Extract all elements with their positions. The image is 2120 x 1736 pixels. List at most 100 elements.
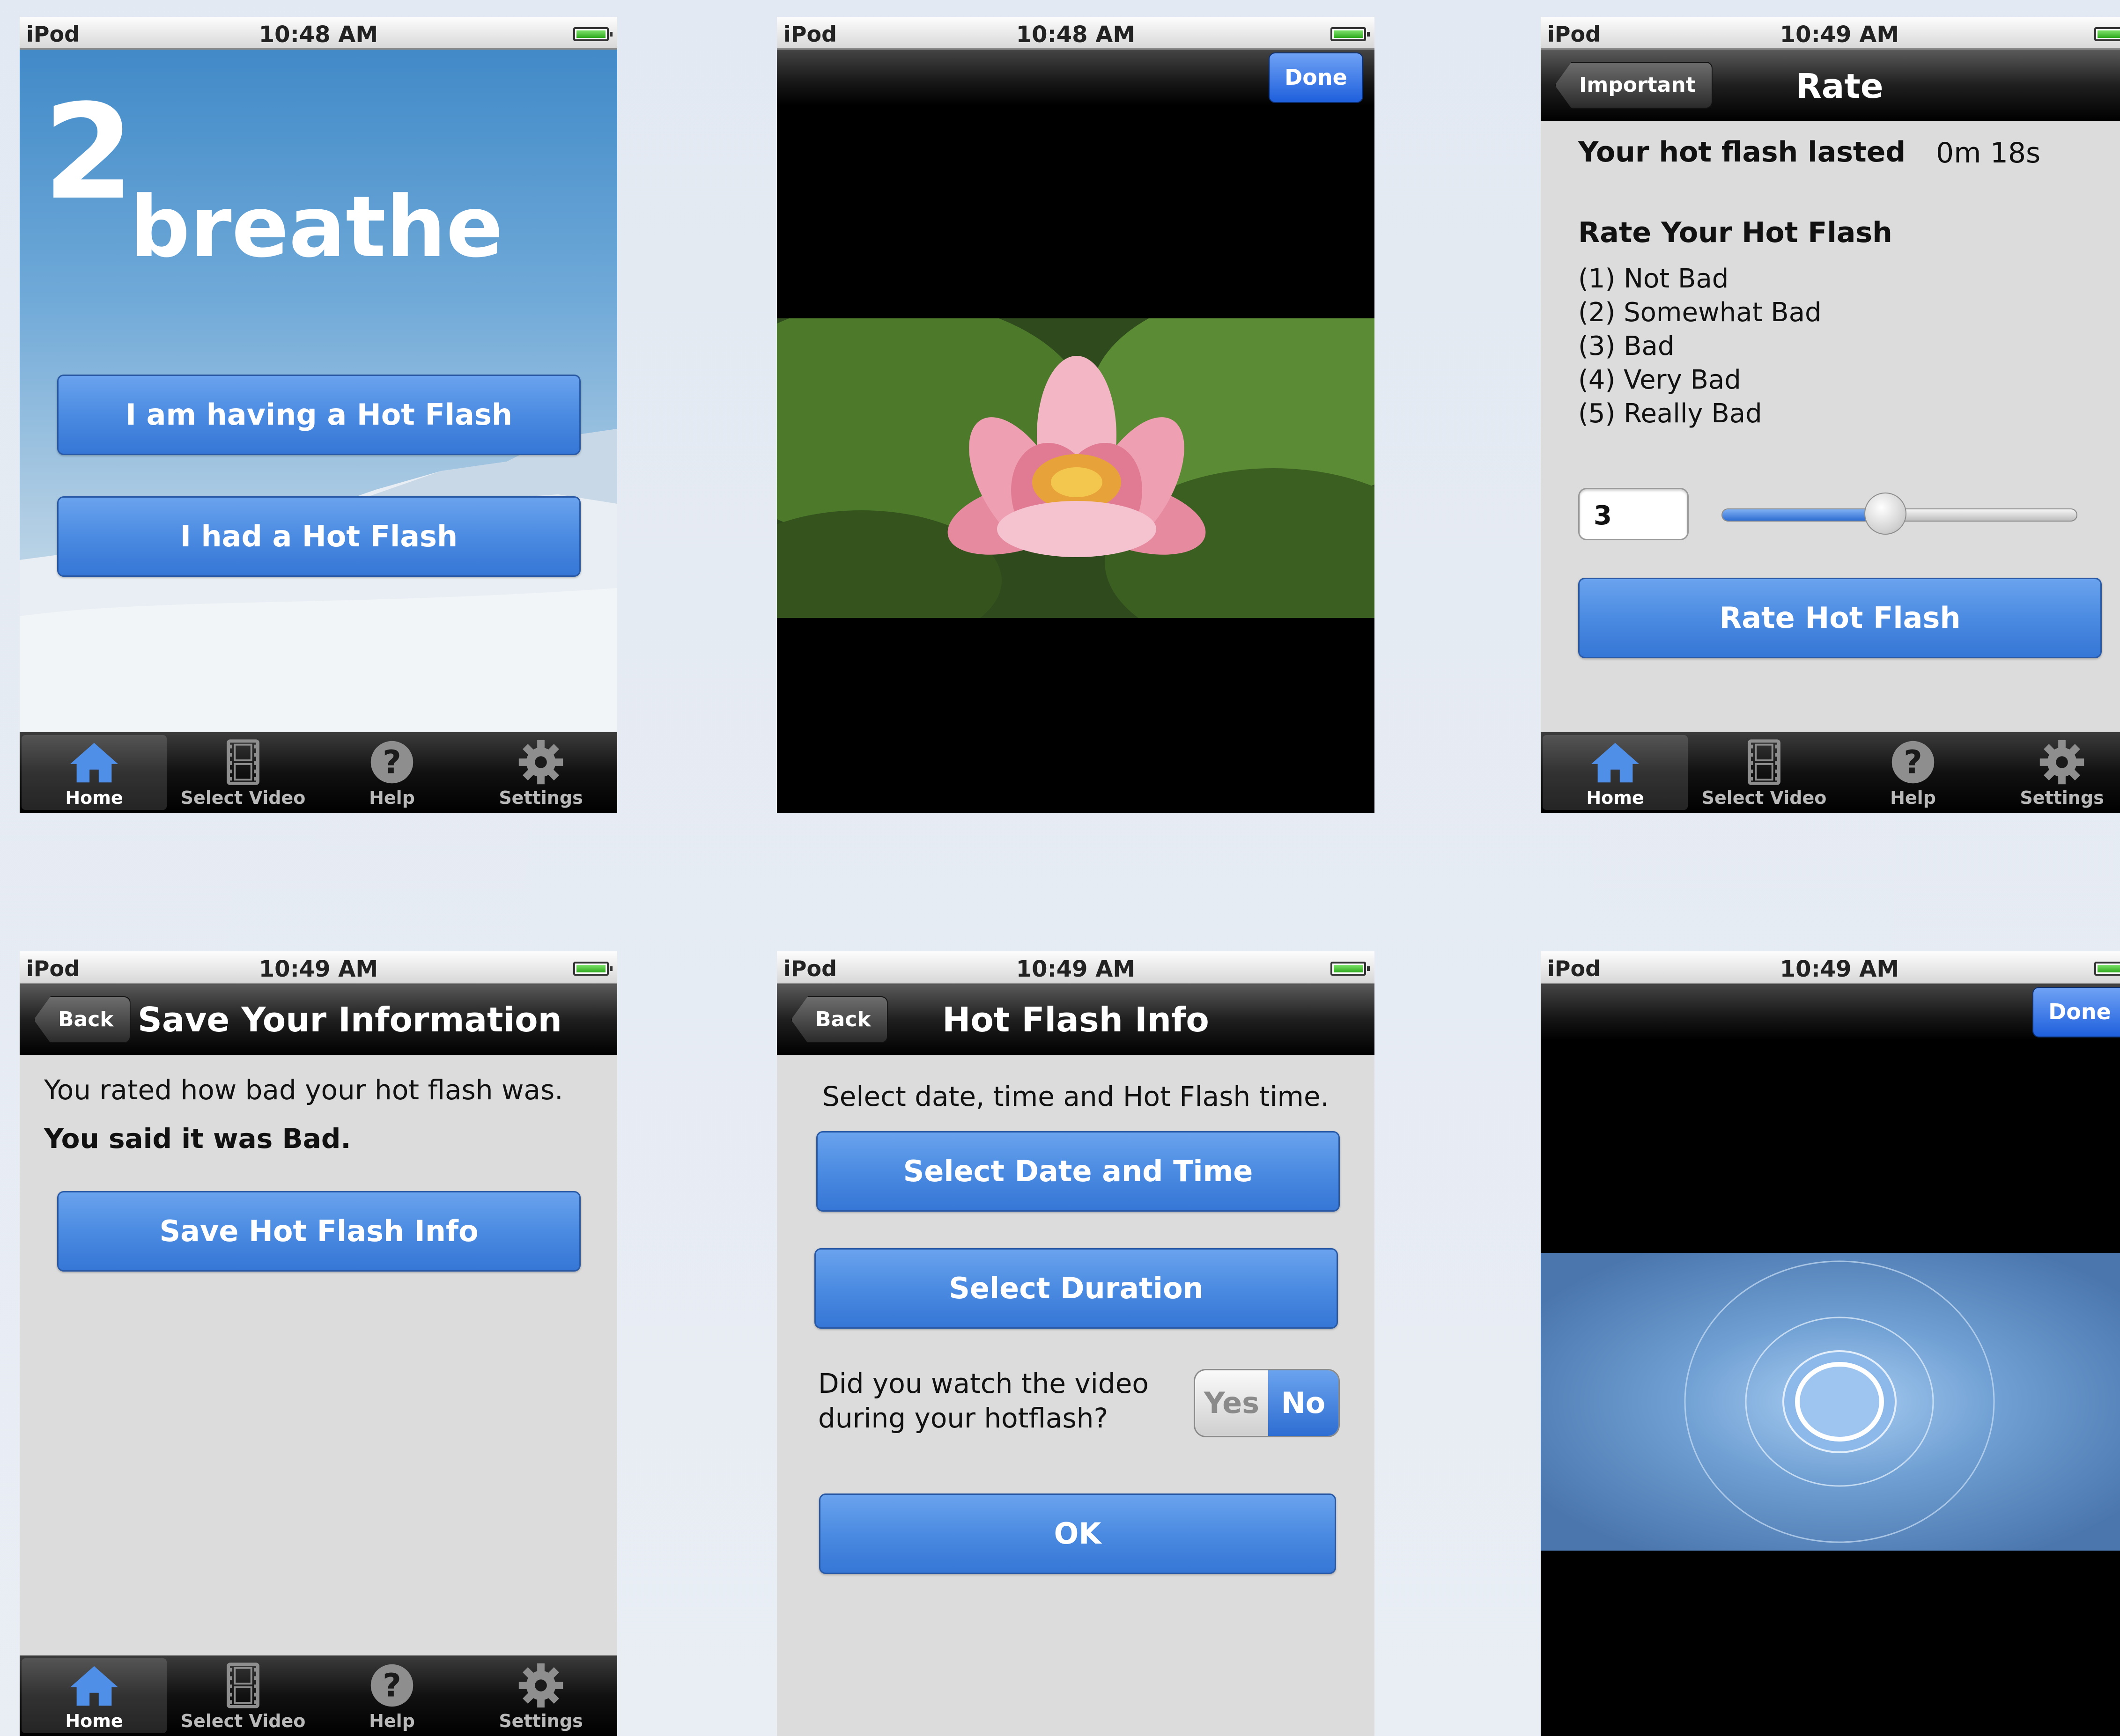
tab-label: Help — [369, 787, 415, 808]
rating-result: You said it was Bad. — [44, 1123, 351, 1155]
save-hot-flash-info-button[interactable]: Save Hot Flash Info — [57, 1191, 581, 1272]
clock: 10:48 AM — [259, 22, 378, 48]
video-player-screen: iPod 10:48 AM Done — [777, 17, 1374, 813]
status-bar: iPod 10:48 AM — [20, 17, 617, 50]
tab-label: Home — [65, 1711, 123, 1731]
mountain-backdrop — [20, 429, 617, 747]
rating-result-value: Bad. — [282, 1123, 351, 1155]
tab-label: Home — [65, 787, 123, 808]
rate-screen: iPod 10:49 AM Important Rate Your hot fl… — [1541, 17, 2120, 813]
toggle-yes-option[interactable]: Yes — [1195, 1370, 1268, 1436]
battery-icon — [1330, 27, 1370, 41]
tab-settings[interactable]: Settings — [468, 735, 613, 810]
clock: 10:48 AM — [1016, 22, 1136, 48]
home-icon — [66, 738, 122, 787]
gear-icon — [2034, 738, 2090, 787]
logo-number: 2 — [43, 76, 134, 229]
ok-button[interactable]: OK — [819, 1493, 1336, 1574]
rated-message: You rated how bad your hot flash was. — [44, 1074, 563, 1106]
film-icon — [215, 1661, 271, 1710]
help-icon — [364, 1661, 420, 1710]
done-button[interactable]: Done — [1269, 52, 1363, 103]
list-item: (2) Somewhat Bad — [1578, 297, 1822, 328]
nav-bar: Back Save Your Information — [20, 984, 617, 1055]
tab-select-video[interactable]: Select Video — [170, 1658, 316, 1733]
tab-select-video[interactable]: Select Video — [1692, 735, 1837, 810]
select-duration-button[interactable]: Select Duration — [814, 1248, 1338, 1329]
video-question-line: during your hotflash? — [818, 1402, 1108, 1434]
page-title: Save Your Information — [138, 1000, 562, 1039]
tab-settings[interactable]: Settings — [468, 1658, 613, 1733]
tab-label: Help — [1890, 787, 1936, 808]
video-question-line: Did you watch the video — [818, 1368, 1149, 1399]
list-item: (4) Very Bad — [1578, 365, 1741, 395]
home-icon — [1588, 738, 1643, 787]
toggle-no-option[interactable]: No — [1268, 1370, 1338, 1436]
nav-bar: Important Rate — [1541, 50, 2120, 121]
clock: 10:49 AM — [1016, 956, 1136, 982]
rating-value-field[interactable]: 3 — [1578, 488, 1689, 540]
tab-help[interactable]: Help — [319, 735, 465, 810]
breathing-video-screen: iPod 10:49 AM Done — [1541, 951, 2120, 1736]
gear-icon — [513, 1661, 569, 1710]
slider-thumb[interactable] — [1864, 493, 1906, 535]
tab-help[interactable]: Help — [1840, 735, 1986, 810]
battery-icon — [573, 27, 613, 41]
clock: 10:49 AM — [1780, 22, 1899, 48]
had-hot-flash-button[interactable]: I had a Hot Flash — [57, 496, 581, 577]
hot-flash-info-screen: iPod 10:49 AM Back Hot Flash Info Select… — [777, 951, 1374, 1736]
duration-value: 0m 18s — [1936, 137, 2041, 169]
done-button[interactable]: Done — [2032, 987, 2120, 1037]
status-bar: iPod 10:49 AM — [20, 951, 617, 984]
home-icon — [66, 1661, 122, 1710]
status-bar: iPod 10:49 AM — [777, 951, 1374, 984]
tab-label: Select Video — [180, 1711, 306, 1731]
having-hot-flash-button[interactable]: I am having a Hot Flash — [57, 375, 581, 455]
battery-icon — [2094, 962, 2120, 976]
film-icon — [1736, 738, 1792, 787]
tab-label: Settings — [2020, 787, 2104, 808]
status-bar: iPod 10:48 AM — [777, 17, 1374, 50]
rate-hot-flash-button[interactable]: Rate Hot Flash — [1578, 578, 2102, 658]
tab-bar: Home Select Video Help Settings — [20, 732, 617, 813]
status-bar: iPod 10:49 AM — [1541, 951, 2120, 984]
lotus-video-frame — [777, 318, 1374, 618]
page-title: Hot Flash Info — [942, 1000, 1209, 1039]
ripple-video-frame — [1541, 1253, 2120, 1551]
select-date-time-button[interactable]: Select Date and Time — [816, 1131, 1340, 1212]
tab-home[interactable]: Home — [22, 735, 167, 810]
tab-settings[interactable]: Settings — [1989, 735, 2120, 810]
rating-result-prefix: You said it was — [44, 1123, 282, 1155]
tab-select-video[interactable]: Select Video — [170, 735, 316, 810]
battery-icon — [1330, 962, 1370, 976]
tab-bar: Home Select Video Help Settings — [20, 1655, 617, 1736]
tab-label: Settings — [499, 787, 583, 808]
tab-home[interactable]: Home — [1543, 735, 1688, 810]
tab-home[interactable]: Home — [22, 1658, 167, 1733]
video-controls-bar: Done — [1541, 984, 2120, 1040]
tab-label: Select Video — [180, 787, 306, 808]
help-icon — [364, 738, 420, 787]
list-item: (3) Bad — [1578, 331, 1675, 361]
watched-video-toggle[interactable]: Yes No — [1194, 1369, 1340, 1437]
rating-value: 3 — [1594, 500, 1612, 531]
page-title: Rate — [1795, 66, 1884, 106]
list-item: (5) Really Bad — [1578, 398, 1762, 429]
duration-label: Your hot flash lasted — [1578, 136, 1906, 169]
tab-bar: Home Select Video Help Settings — [1541, 732, 2120, 813]
gear-icon — [513, 738, 569, 787]
tab-label: Help — [369, 1711, 415, 1731]
slider-fill — [1722, 509, 1885, 521]
save-info-screen: iPod 10:49 AM Back Save Your Information… — [20, 951, 617, 1736]
status-bar: iPod 10:49 AM — [1541, 17, 2120, 50]
clock: 10:49 AM — [1780, 956, 1899, 982]
tab-label: Settings — [499, 1711, 583, 1731]
battery-icon — [2094, 27, 2120, 41]
logo-word: breathe — [130, 178, 503, 276]
rating-options-list: (1) Not Bad (2) Somewhat Bad (3) Bad (4)… — [1578, 262, 1822, 431]
back-button[interactable]: Back — [34, 996, 131, 1043]
tab-help[interactable]: Help — [319, 1658, 465, 1733]
help-icon — [1885, 738, 1941, 787]
battery-icon — [573, 962, 613, 976]
rating-slider[interactable] — [1721, 493, 2077, 535]
